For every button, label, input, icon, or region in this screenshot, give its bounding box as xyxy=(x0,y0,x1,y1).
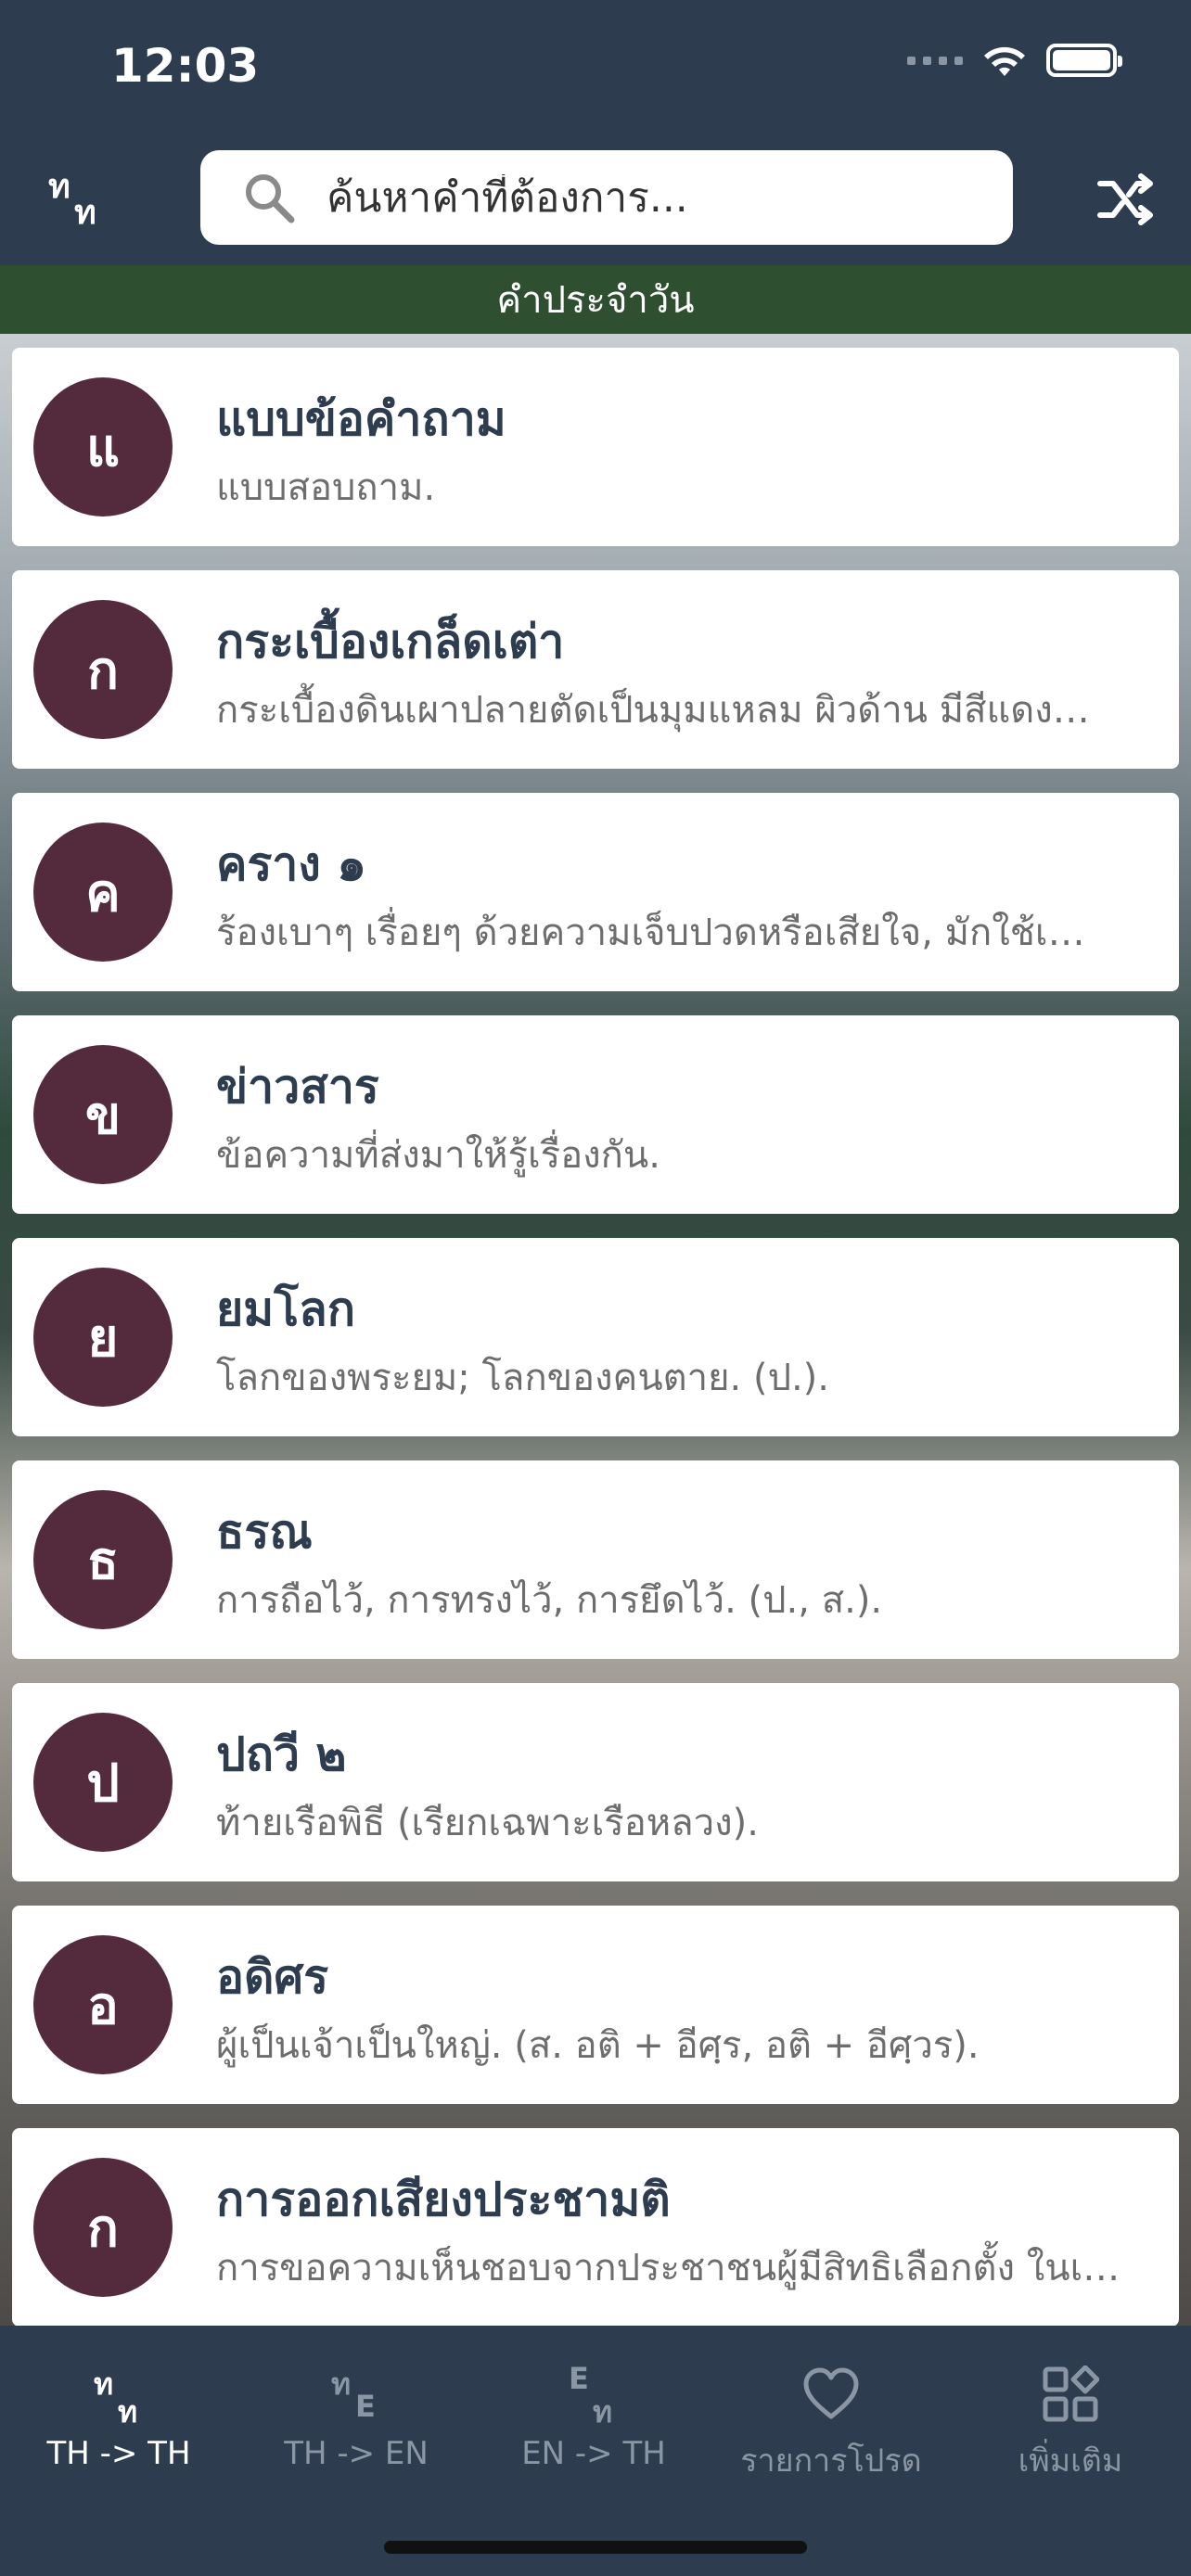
word-title: คราง ๑ xyxy=(216,837,366,891)
logo-glyph-top: ท xyxy=(48,168,70,206)
list-item[interactable]: ย ยมโลก โลกของพระยม; โลกของคนตาย. (ป.). xyxy=(12,1238,1179,1436)
word-title: ยมโลก xyxy=(216,1282,356,1336)
list-item[interactable]: อ อดิศร ผู้เป็นเจ้าเป็นใหญ่. (ส. อติ + อ… xyxy=(12,1906,1179,2104)
word-initial-avatar: ค xyxy=(33,823,173,962)
heart-icon xyxy=(803,2367,859,2419)
word-definition: การถือไว้, การทรงไว้, การยึดไว้. (ป., ส.… xyxy=(216,1579,883,1622)
battery-icon xyxy=(1046,44,1122,77)
daily-word-header: คำประจำวัน xyxy=(0,265,1191,334)
word-initial-avatar: อ xyxy=(33,1935,173,2074)
word-definition: ร้องเบาๆ เรื่อยๆ ด้วยความเจ็บปวดหรือเสีย… xyxy=(216,912,1085,954)
word-definition: โลกของพระยม; โลกของคนตาย. (ป.). xyxy=(216,1357,829,1399)
grid-icon xyxy=(1043,2366,1099,2422)
word-initial-avatar: ย xyxy=(33,1268,173,1407)
word-definition: ข้อความที่ส่งมาให้รู้เรื่องกัน. xyxy=(216,1134,660,1177)
word-title: แบบข้อคำถาม xyxy=(216,392,506,446)
word-title: ธรณ xyxy=(216,1505,313,1559)
word-initial-avatar: ก xyxy=(33,600,173,739)
list-item[interactable]: ข ข่าวสาร ข้อความที่ส่งมาให้รู้เรื่องกัน… xyxy=(12,1015,1179,1214)
word-title: ปถวี ๒ xyxy=(216,1728,347,1781)
th-th-icon: ท ท xyxy=(94,2366,138,2429)
daily-word-label: คำประจำวัน xyxy=(496,279,695,322)
en-th-icon: E ท xyxy=(569,2361,613,2429)
tab-th-th[interactable]: ท ท TH -> TH xyxy=(0,2359,237,2480)
list-item[interactable]: ป ปถวี ๒ ท้ายเรือพิธี (เรียกเฉพาะเรือหลว… xyxy=(12,1683,1179,1881)
word-initial-avatar: แ xyxy=(33,377,173,516)
search-bar[interactable] xyxy=(200,150,1013,245)
word-definition: การขอความเห็นชอบจากประชาชนผู้มีสิทธิเลือ… xyxy=(216,2247,1121,2289)
list-item[interactable]: ค คราง ๑ ร้องเบาๆ เรื่อยๆ ด้วยความเจ็บปว… xyxy=(12,793,1179,991)
word-title: กระเบื้องเกล็ดเต่า xyxy=(216,615,565,669)
tab-label: เพิ่มเติม xyxy=(1018,2442,1123,2480)
word-definition: กระเบื้องดินเผาปลายตัดเป็นมุมแหลม ผิวด้า… xyxy=(216,689,1090,732)
home-indicator[interactable] xyxy=(384,2541,807,2554)
status-time: 12:03 xyxy=(111,39,260,93)
logo-glyph-bottom: ท xyxy=(74,194,96,232)
status-icons xyxy=(907,43,1122,78)
app-logo[interactable]: ท ท xyxy=(48,159,113,232)
list-item[interactable]: ก กระเบื้องเกล็ดเต่า กระเบื้องดินเผาปลาย… xyxy=(12,570,1179,769)
tab-en-th[interactable]: E ท EN -> TH xyxy=(475,2359,712,2480)
list-item[interactable]: แ แบบข้อคำถาม แบบสอบถาม. xyxy=(12,348,1179,546)
word-list[interactable]: แ แบบข้อคำถาม แบบสอบถาม. ก กระเบื้องเกล็… xyxy=(0,334,1191,2326)
word-definition: ท้ายเรือพิธี (เรียกเฉพาะเรือหลวง). xyxy=(216,1802,759,1844)
list-item[interactable]: ธ ธรณ การถือไว้, การทรงไว้, การยึดไว้. (… xyxy=(12,1460,1179,1659)
tab-label: TH -> EN xyxy=(284,2435,429,2472)
tab-more[interactable]: เพิ่มเติม xyxy=(950,2359,1191,2480)
word-definition: แบบสอบถาม. xyxy=(216,466,436,509)
word-initial-avatar: ก xyxy=(33,2158,173,2297)
word-initial-avatar: ธ xyxy=(33,1490,173,1629)
list-item[interactable]: ก การออกเสียงประชามติ การขอความเห็นชอบจา… xyxy=(12,2128,1179,2326)
top-bar: 12:03 ท ท xyxy=(0,0,1191,265)
word-definition: ผู้เป็นเจ้าเป็นใหญ่. (ส. อติ + อีศฺร, อต… xyxy=(216,2024,980,2067)
tab-favorites[interactable]: รายการโปรด xyxy=(712,2359,950,2480)
word-title: ข่าวสาร xyxy=(216,1060,379,1114)
tab-label: รายการโปรด xyxy=(740,2442,922,2480)
th-en-icon: ท E xyxy=(331,2366,376,2424)
tab-label: EN -> TH xyxy=(521,2435,666,2472)
word-title: การออกเสียงประชามติ xyxy=(216,2173,671,2226)
search-icon xyxy=(246,174,295,223)
wifi-icon xyxy=(984,46,1025,76)
tab-label: TH -> TH xyxy=(46,2435,191,2472)
bottom-tab-bar: ท ท TH -> TH ท E TH -> EN E ท EN -> TH ร… xyxy=(0,2326,1191,2576)
tab-th-en[interactable]: ท E TH -> EN xyxy=(237,2359,475,2480)
word-title: อดิศร xyxy=(216,1950,329,2004)
cellular-signal-icon xyxy=(907,56,963,65)
search-input[interactable] xyxy=(327,173,976,222)
shuffle-icon[interactable] xyxy=(1095,169,1156,230)
word-initial-avatar: ข xyxy=(33,1045,173,1184)
word-initial-avatar: ป xyxy=(33,1713,173,1852)
